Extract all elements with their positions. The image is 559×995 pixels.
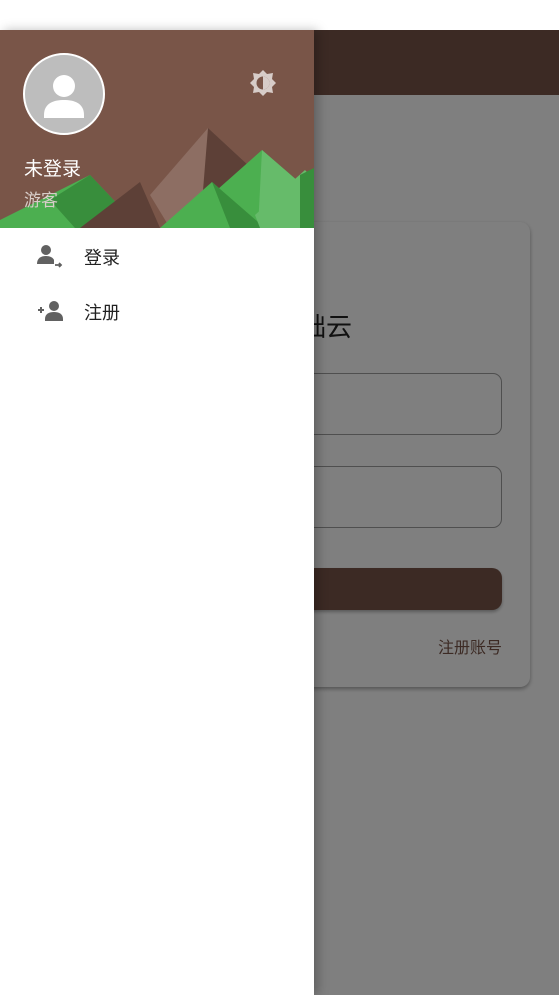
status-bar <box>0 0 559 30</box>
user-name: 未登录 <box>24 158 82 180</box>
person-add-icon <box>36 299 66 323</box>
menu-item-login-label: 登录 <box>84 248 120 269</box>
theme-toggle-button[interactable] <box>246 66 280 100</box>
brightness-icon <box>250 70 276 96</box>
drawer-header: 未登录 游客 <box>0 30 314 228</box>
avatar[interactable] <box>23 53 105 135</box>
navigation-drawer: 未登录 游客 登录 注册 <box>0 30 314 995</box>
menu-item-register-label: 注册 <box>84 303 120 324</box>
menu-item-login[interactable]: 登录 <box>0 231 314 281</box>
person-icon <box>44 75 84 118</box>
user-role: 游客 <box>24 191 58 211</box>
login-icon <box>36 244 66 268</box>
menu-item-register[interactable]: 注册 <box>0 286 314 336</box>
